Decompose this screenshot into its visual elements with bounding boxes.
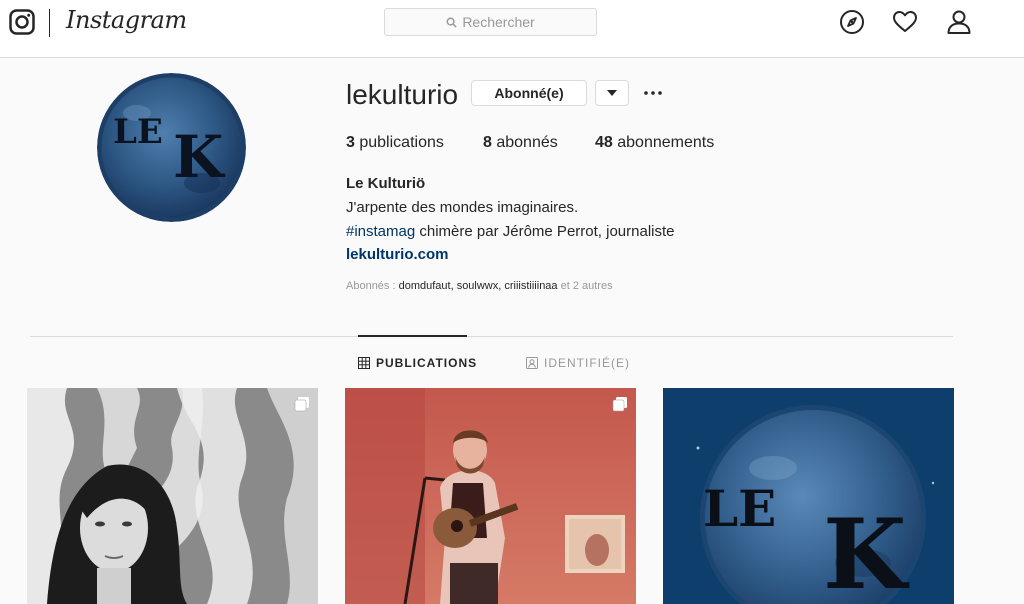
caret-down-icon	[607, 90, 617, 96]
profile-avatar[interactable]: LE K	[97, 73, 246, 222]
tab-publications-label: PUBLICATIONS	[376, 356, 478, 370]
bio-hashtag-link[interactable]: #instamag	[346, 223, 415, 240]
posts-count: 3	[346, 134, 355, 151]
post-image-portrait	[27, 388, 318, 604]
tab-publications[interactable]: PUBLICATIONS	[358, 356, 477, 370]
followers-label: abonnés	[496, 134, 558, 151]
profile-user-icon[interactable]	[946, 9, 972, 35]
tagged-person-icon	[526, 357, 538, 369]
following-stat[interactable]: 48 abonnements	[595, 134, 714, 152]
followers-stat[interactable]: 8 abonnés	[483, 134, 595, 152]
followed-by-suffix: et 2 autres	[557, 280, 613, 292]
search-placeholder: Rechercher	[462, 14, 535, 30]
heart-icon[interactable]	[892, 9, 918, 35]
bio-full-name: Le Kulturiö	[346, 175, 426, 192]
post-image-logo: LE K	[663, 388, 954, 604]
bio-website-link[interactable]: lekulturio.com	[346, 246, 449, 263]
search-icon	[446, 17, 457, 28]
followed-by-prefix: Abonnés :	[346, 280, 399, 292]
tab-tagged[interactable]: IDENTIFIÉ(E)	[526, 356, 630, 370]
followers-count: 8	[483, 134, 492, 151]
post-thumbnail-1[interactable]	[27, 388, 318, 604]
logo-divider	[49, 9, 50, 37]
profile-stats: 3 publications 8 abonnés 48 abonnements	[346, 134, 714, 152]
more-options-icon[interactable]	[642, 84, 664, 102]
posts-stat: 3 publications	[346, 134, 483, 152]
bio-line-2-text: chimère par Jérôme Perrot, journaliste	[415, 223, 675, 240]
bio-line-2: #instamag chimère par Jérôme Perrot, jou…	[346, 223, 675, 240]
multiple-photos-icon	[294, 397, 309, 412]
tab-tagged-label: IDENTIFIÉ(E)	[544, 356, 630, 370]
avatar-letters-le: LE	[113, 112, 163, 152]
profile-username: lekulturio	[346, 79, 459, 110]
following-label: abonnements	[617, 134, 715, 151]
following-button[interactable]: Abonné(e)	[471, 80, 587, 106]
suggestions-dropdown-button[interactable]	[595, 80, 629, 106]
post-image-concert	[345, 388, 636, 604]
active-tab-indicator	[358, 335, 467, 337]
bio-line-1: J'arpente des mondes imaginaires.	[346, 199, 579, 216]
grid-icon	[358, 357, 370, 369]
post-thumbnail-2[interactable]	[345, 388, 636, 604]
logo-letter-k: K	[823, 498, 910, 604]
avatar-image: LE K	[97, 73, 246, 222]
explore-compass-icon[interactable]	[839, 9, 865, 35]
tabs-divider	[30, 336, 953, 337]
following-count: 48	[595, 134, 613, 151]
followed-by-names: domdufaut, soulwwx, criiistiiiinaa	[398, 280, 558, 292]
top-navigation-bar: Instagram Rechercher	[0, 0, 1024, 58]
logo-letters-le: LE	[703, 479, 776, 538]
multiple-photos-icon	[612, 397, 627, 412]
instagram-logo-icon[interactable]	[9, 9, 35, 35]
instagram-wordmark[interactable]: Instagram	[66, 6, 187, 34]
followed-by-line[interactable]: Abonnés : domdufaut, soulwwx, criiistiii…	[346, 280, 613, 292]
posts-label: publications	[359, 134, 444, 151]
search-input[interactable]: Rechercher	[384, 8, 597, 36]
avatar-letter-k: K	[173, 123, 226, 191]
post-thumbnail-3[interactable]: LE K	[663, 388, 954, 604]
